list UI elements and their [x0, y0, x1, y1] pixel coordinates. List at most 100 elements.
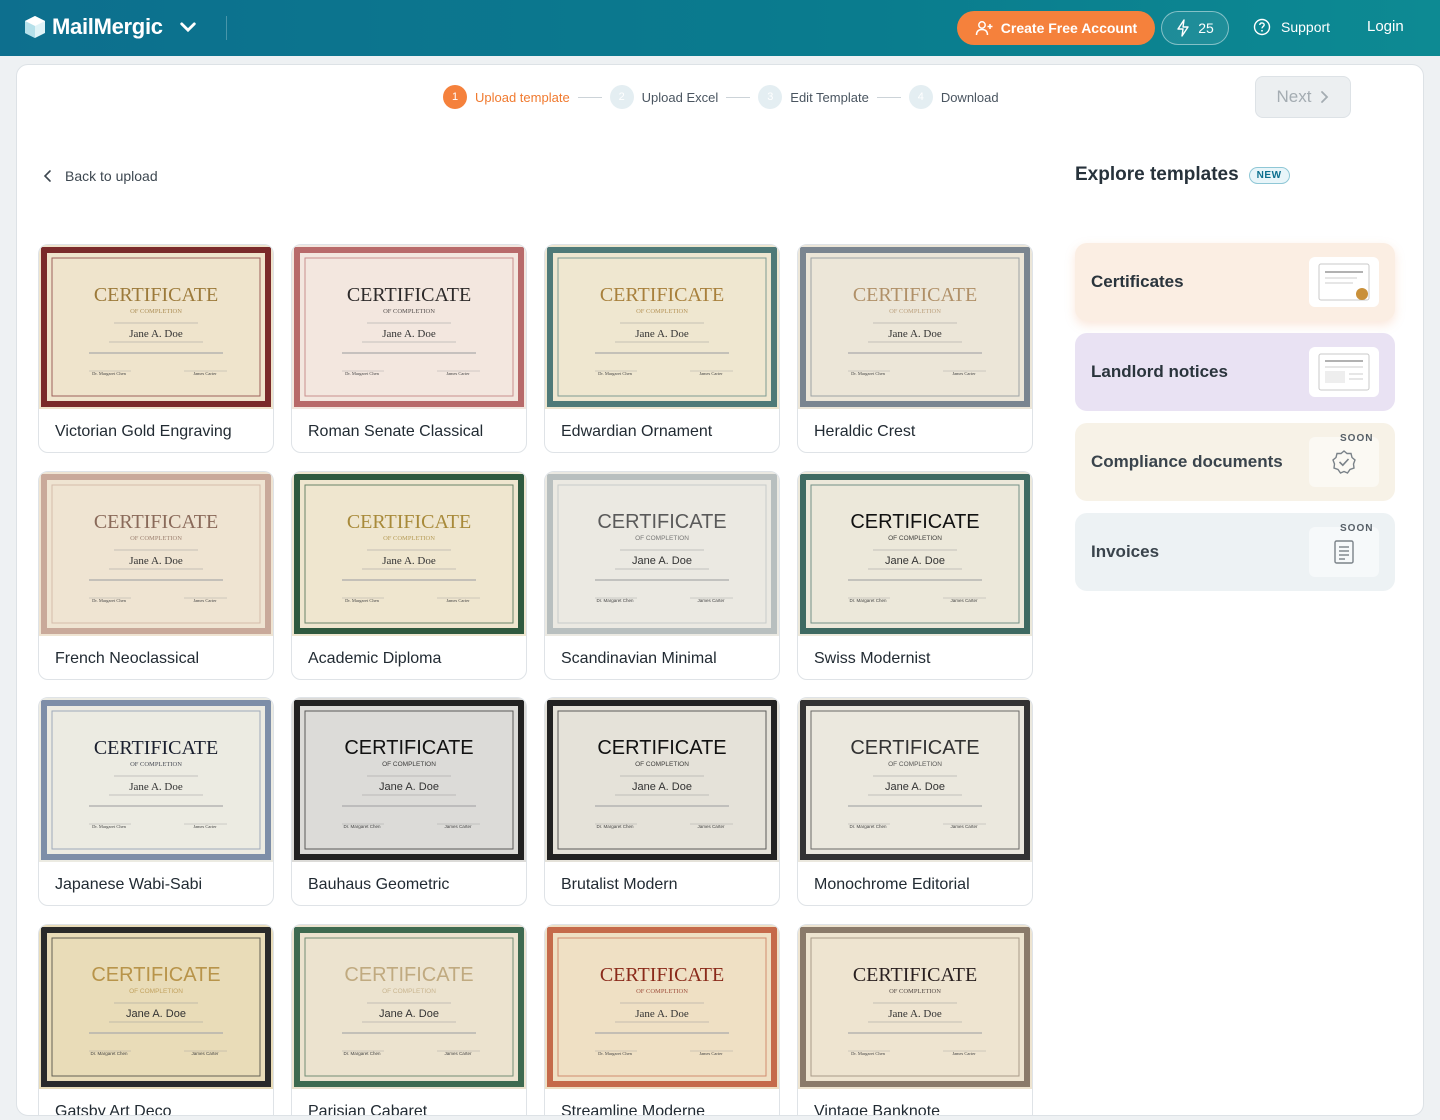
svg-text:Jane A. Doe: Jane A. Doe [632, 555, 692, 567]
step-connector [726, 96, 751, 98]
svg-text:Jane A. Doe: Jane A. Doe [632, 781, 692, 793]
template-card[interactable]: CERTIFICATE OF COMPLETION Jane A. Doe Dr. M… [544, 244, 780, 453]
logo-icon [25, 16, 45, 38]
login-link[interactable]: Login [1367, 18, 1404, 35]
step-1[interactable]: 1 Upload template [443, 85, 570, 109]
certificate-preview: CERTIFICATE OF COMPLETION Jane A. Doe Dr. M… [39, 471, 273, 636]
svg-text:James Carter: James Carter [952, 1051, 976, 1056]
template-name: French Neoclassical [55, 649, 200, 667]
svg-text:James Carter: James Carter [446, 598, 470, 603]
template-card[interactable]: CERTIFICATE OF COMPLETION Jane A. Doe Dr. M… [797, 923, 1033, 1115]
chevron-down-icon[interactable] [177, 15, 199, 39]
template-card[interactable]: CERTIFICATE OF COMPLETION Jane A. Doe Dr. M… [291, 697, 527, 906]
template-card[interactable]: CERTIFICATE OF COMPLETION Jane A. Doe Dr. M… [544, 697, 780, 906]
svg-text:James Carter: James Carter [444, 824, 472, 829]
next-button[interactable]: Next [1255, 76, 1351, 118]
category-card[interactable]: Compliance documents SOON [1075, 423, 1395, 501]
template-card[interactable]: CERTIFICATE OF COMPLETION Jane A. Doe Dr. M… [797, 697, 1033, 906]
svg-text:OF COMPLETION: OF COMPLETION [383, 535, 435, 542]
svg-text:CERTIFICATE: CERTIFICATE [94, 511, 218, 533]
soon-badge: SOON [1340, 523, 1374, 534]
back-label: Back to upload [65, 168, 158, 184]
svg-text:CERTIFICATE: CERTIFICATE [94, 737, 218, 759]
top-navbar: MailMergic Create Free Account 25 Suppor… [0, 0, 1440, 56]
svg-text:OF COMPLETION: OF COMPLETION [888, 761, 942, 768]
svg-text:Dr. Margaret Chen: Dr. Margaret Chen [92, 598, 127, 603]
help-icon [1253, 18, 1271, 36]
step-label: Edit Template [790, 89, 869, 105]
template-card[interactable]: CERTIFICATE OF COMPLETION Jane A. Doe Dr. M… [291, 470, 527, 680]
category-card[interactable]: Invoices SOON [1075, 513, 1395, 591]
svg-text:CERTIFICATE: CERTIFICATE [344, 964, 473, 986]
svg-text:James Carter: James Carter [699, 371, 723, 376]
category-card[interactable]: Certificates [1075, 243, 1395, 321]
svg-text:CERTIFICATE: CERTIFICATE [347, 511, 471, 533]
svg-text:Jane A. Doe: Jane A. Doe [885, 781, 945, 793]
svg-text:Jane A. Doe: Jane A. Doe [888, 328, 942, 340]
category-thumbnail [1309, 527, 1379, 577]
template-card[interactable]: CERTIFICATE OF COMPLETION Jane A. Doe Dr. M… [544, 470, 780, 680]
svg-text:OF COMPLETION: OF COMPLETION [130, 308, 182, 315]
template-card[interactable]: CERTIFICATE OF COMPLETION Jane A. Doe Dr. M… [291, 244, 527, 453]
svg-text:Jane A. Doe: Jane A. Doe [382, 328, 436, 340]
category-thumbnail [1309, 257, 1379, 307]
category-label: Invoices [1091, 542, 1160, 561]
step-4[interactable]: 4 Download [908, 85, 999, 109]
svg-text:Jane A. Doe: Jane A. Doe [885, 555, 945, 567]
svg-text:OF COMPLETION: OF COMPLETION [636, 988, 688, 995]
svg-text:CERTIFICATE: CERTIFICATE [850, 737, 979, 759]
step-label: Upload template [475, 89, 570, 105]
template-card[interactable]: CERTIFICATE OF COMPLETION Jane A. Doe Dr. M… [38, 244, 274, 453]
template-card[interactable]: CERTIFICATE OF COMPLETION Jane A. Doe Dr. M… [544, 923, 780, 1115]
svg-text:Dr. Margaret Chen: Dr. Margaret Chen [343, 824, 381, 829]
support-link[interactable]: Support [1253, 18, 1330, 36]
step-number: 2 [609, 85, 634, 109]
step-2[interactable]: 2 Upload Excel [609, 85, 718, 109]
create-account-button[interactable]: Create Free Account [957, 11, 1155, 45]
template-card[interactable]: CERTIFICATE OF COMPLETION Jane A. Doe Dr. M… [38, 923, 274, 1115]
category-card[interactable]: Landlord notices [1075, 333, 1395, 411]
svg-text:CERTIFICATE: CERTIFICATE [347, 284, 471, 306]
certificate-preview: CERTIFICATE OF COMPLETION Jane A. Doe Dr. M… [39, 698, 273, 862]
template-card[interactable]: CERTIFICATE OF COMPLETION Jane A. Doe Dr. M… [797, 244, 1033, 453]
svg-text:OF COMPLETION: OF COMPLETION [889, 308, 941, 315]
credits-pill[interactable]: 25 [1161, 11, 1229, 45]
svg-text:OF COMPLETION: OF COMPLETION [129, 988, 183, 995]
add-user-icon [975, 21, 993, 36]
back-to-upload-link[interactable]: Back to upload [43, 168, 158, 184]
category-thumbnail [1309, 437, 1379, 487]
lightning-icon [1177, 19, 1189, 37]
svg-text:Jane A. Doe: Jane A. Doe [635, 328, 689, 340]
template-card[interactable]: CERTIFICATE OF COMPLETION Jane A. Doe Dr. M… [797, 470, 1033, 680]
svg-text:James Carter: James Carter [193, 824, 217, 829]
step-3[interactable]: 3 Edit Template [758, 85, 869, 109]
template-card[interactable]: CERTIFICATE OF COMPLETION Jane A. Doe Dr. M… [291, 923, 527, 1115]
svg-text:Jane A. Doe: Jane A. Doe [379, 781, 439, 793]
svg-text:Dr. Margaret Chen: Dr. Margaret Chen [343, 1051, 381, 1056]
category-label: Compliance documents [1091, 452, 1283, 471]
explore-header: Explore templates NEW [1075, 164, 1290, 186]
chevron-right-icon [1321, 91, 1329, 103]
svg-text:Jane A. Doe: Jane A. Doe [129, 781, 183, 793]
template-card[interactable]: CERTIFICATE OF COMPLETION Jane A. Doe Dr. M… [38, 697, 274, 906]
svg-text:Dr. Margaret Chen: Dr. Margaret Chen [92, 824, 127, 829]
svg-text:James Carter: James Carter [193, 598, 217, 603]
template-name: Academic Diploma [308, 649, 442, 667]
svg-text:James Carter: James Carter [952, 371, 976, 376]
svg-text:CERTIFICATE: CERTIFICATE [344, 737, 473, 759]
svg-text:Jane A. Doe: Jane A. Doe [379, 1008, 439, 1020]
svg-text:James Carter: James Carter [697, 598, 725, 603]
svg-text:CERTIFICATE: CERTIFICATE [94, 284, 218, 306]
svg-text:CERTIFICATE: CERTIFICATE [853, 284, 977, 306]
certificate-preview: CERTIFICATE OF COMPLETION Jane A. Doe Dr. M… [798, 924, 1032, 1089]
svg-text:OF COMPLETION: OF COMPLETION [635, 761, 689, 768]
svg-text:OF COMPLETION: OF COMPLETION [382, 988, 436, 995]
template-name: Bauhaus Geometric [308, 876, 450, 893]
template-card[interactable]: CERTIFICATE OF COMPLETION Jane A. Doe Dr. M… [38, 470, 274, 680]
certificate-preview: CERTIFICATE OF COMPLETION Jane A. Doe Dr. M… [545, 698, 779, 862]
brand-logo[interactable]: MailMergic [24, 14, 199, 40]
svg-text:Dr. Margaret Chen: Dr. Margaret Chen [598, 371, 633, 376]
certificate-preview: CERTIFICATE OF COMPLETION Jane A. Doe Dr. M… [545, 471, 779, 636]
svg-text:Dr. Margaret Chen: Dr. Margaret Chen [851, 371, 886, 376]
certificate-preview: CERTIFICATE OF COMPLETION Jane A. Doe Dr. M… [798, 471, 1032, 636]
